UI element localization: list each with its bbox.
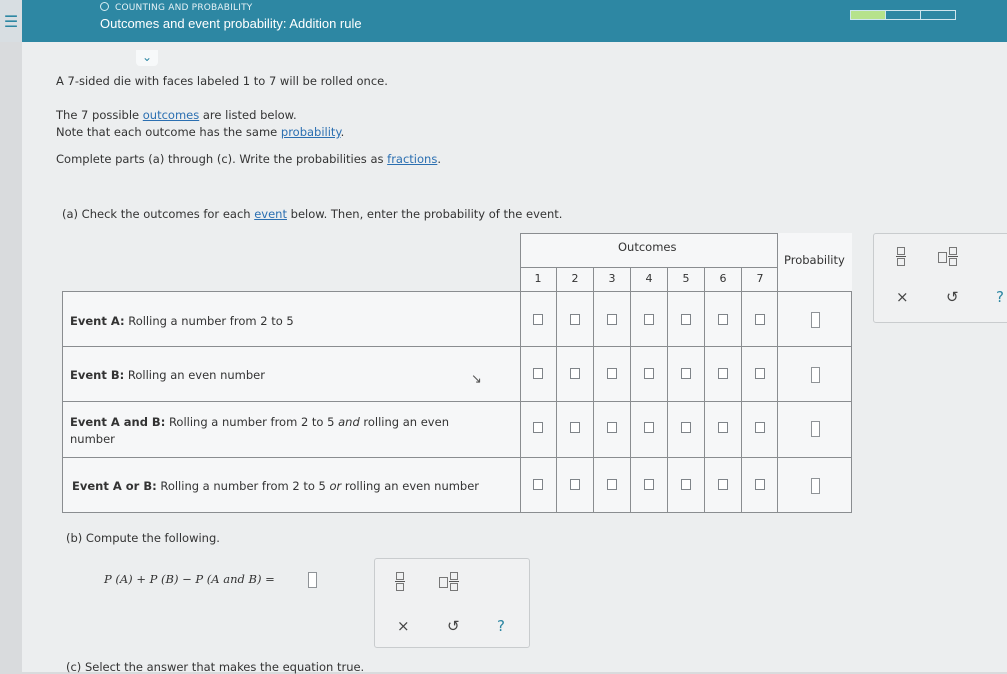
outcome-checkbox[interactable] (755, 422, 765, 433)
mixed-number-icon[interactable] (439, 571, 463, 593)
help-icon[interactable]: ? (497, 617, 505, 635)
outcome-checkbox[interactable] (644, 314, 654, 325)
outcome-checkbox[interactable] (570, 368, 580, 379)
formula-text: P (A) + P (B) − P (A and B) = (104, 572, 275, 586)
probability-input[interactable] (811, 478, 820, 494)
table-line (62, 346, 852, 347)
math-palette-a: × ↺ ? (873, 233, 1007, 323)
question-panel: ⌄ A 7-sided die with faces labeled 1 to … (22, 42, 1007, 674)
progress-segment (921, 11, 955, 19)
outcome-checkbox[interactable] (718, 314, 728, 325)
outcome-checkbox[interactable] (681, 314, 691, 325)
part-b-prompt: (b) Compute the following. (66, 531, 220, 545)
event-a-label: Event A: Rolling a number from 2 to 5 (70, 314, 294, 328)
outcome-checkbox[interactable] (718, 479, 728, 490)
fraction-icon[interactable] (395, 571, 405, 593)
intro-line2: The 7 possible outcomes are listed below… (56, 108, 297, 122)
topic-circle-icon (100, 2, 109, 11)
probability-input[interactable] (811, 367, 820, 383)
mouse-cursor-icon: ↘ (471, 372, 482, 387)
table-line (593, 267, 594, 513)
outcomes-header: Outcomes (618, 240, 677, 254)
page-title: Outcomes and event probability: Addition… (100, 16, 362, 31)
outcome-checkbox[interactable] (607, 422, 617, 433)
clear-icon[interactable]: × (397, 617, 410, 635)
part-a-prompt: (a) Check the outcomes for each event be… (62, 207, 563, 221)
outcome-checkbox[interactable] (718, 368, 728, 379)
outcome-checkbox[interactable] (607, 479, 617, 490)
event-a-or-b-label: Event A or B: Rolling a number from 2 to… (72, 479, 480, 493)
table-line (556, 267, 557, 513)
table-line (62, 401, 852, 402)
outcome-checkbox[interactable] (718, 422, 728, 433)
table-line (741, 267, 742, 513)
table-line (62, 291, 852, 292)
intro-line4: Complete parts (a) through (c). Write th… (56, 152, 441, 166)
outcome-checkbox[interactable] (644, 368, 654, 379)
help-icon[interactable]: ? (996, 288, 1004, 306)
outcome-checkbox[interactable] (644, 479, 654, 490)
fractions-link[interactable]: fractions (387, 152, 437, 166)
table-line (62, 512, 852, 513)
collapse-chevron-icon[interactable]: ⌄ (136, 50, 158, 66)
outcome-checkbox[interactable] (681, 422, 691, 433)
outcome-checkbox[interactable] (755, 314, 765, 325)
probability-input[interactable] (811, 421, 820, 437)
outcome-checkbox[interactable] (533, 479, 543, 490)
event-a-and-b-label: Event A and B: Rolling a number from 2 t… (70, 415, 449, 446)
outcome-checkbox[interactable] (607, 314, 617, 325)
topic-label: COUNTING AND PROBABILITY (100, 2, 252, 13)
outcome-label: 3 (608, 272, 616, 285)
outcome-checkbox[interactable] (570, 479, 580, 490)
outcome-label: 1 (534, 272, 542, 285)
outcome-checkbox[interactable] (533, 422, 543, 433)
outcomes-link[interactable]: outcomes (143, 108, 199, 122)
progress-segment-filled (851, 11, 886, 19)
outcome-label: 4 (645, 272, 653, 285)
math-palette-b: × ↺ ? (374, 558, 530, 648)
table-line (520, 233, 777, 234)
intro-line1: A 7-sided die with faces labeled 1 to 7 … (56, 74, 388, 88)
topic-text: COUNTING AND PROBABILITY (115, 3, 253, 13)
outcome-label: 2 (571, 272, 579, 285)
clear-icon[interactable]: × (896, 288, 909, 306)
outcome-label: 6 (719, 272, 727, 285)
outcome-checkbox[interactable] (644, 422, 654, 433)
table-line (520, 267, 777, 268)
outcome-checkbox[interactable] (533, 314, 543, 325)
mixed-number-icon[interactable] (938, 246, 962, 268)
outcome-checkbox[interactable] (570, 422, 580, 433)
event-link[interactable]: event (254, 207, 287, 221)
outcome-checkbox[interactable] (681, 479, 691, 490)
table-line (667, 267, 668, 513)
table-line (62, 457, 852, 458)
table-line (630, 267, 631, 513)
probability-header: Probability (784, 253, 845, 267)
undo-icon[interactable]: ↺ (447, 617, 460, 635)
table-line (851, 291, 852, 513)
top-bar: ☰ COUNTING AND PROBABILITY Outcomes and … (0, 0, 1007, 42)
outcome-checkbox[interactable] (570, 314, 580, 325)
event-b-label: Event B: Rolling an even number (70, 368, 265, 382)
progress-segment (886, 11, 921, 19)
outcome-checkbox[interactable] (755, 479, 765, 490)
formula-answer-input[interactable] (308, 572, 317, 588)
outcome-checkbox[interactable] (681, 368, 691, 379)
outcome-checkbox[interactable] (755, 368, 765, 379)
table-line (62, 291, 63, 513)
outcome-label: 7 (756, 272, 764, 285)
undo-icon[interactable]: ↺ (946, 288, 959, 306)
table-line (704, 267, 705, 513)
probability-input[interactable] (811, 312, 820, 328)
progress-bar (850, 10, 956, 20)
fraction-icon[interactable] (896, 246, 906, 268)
probability-link[interactable]: probability (281, 125, 341, 139)
intro-line3: Note that each outcome has the same prob… (56, 125, 345, 139)
outcome-checkbox[interactable] (607, 368, 617, 379)
hamburger-icon[interactable]: ☰ (0, 0, 22, 42)
outcome-checkbox[interactable] (533, 368, 543, 379)
outcome-label: 5 (682, 272, 690, 285)
